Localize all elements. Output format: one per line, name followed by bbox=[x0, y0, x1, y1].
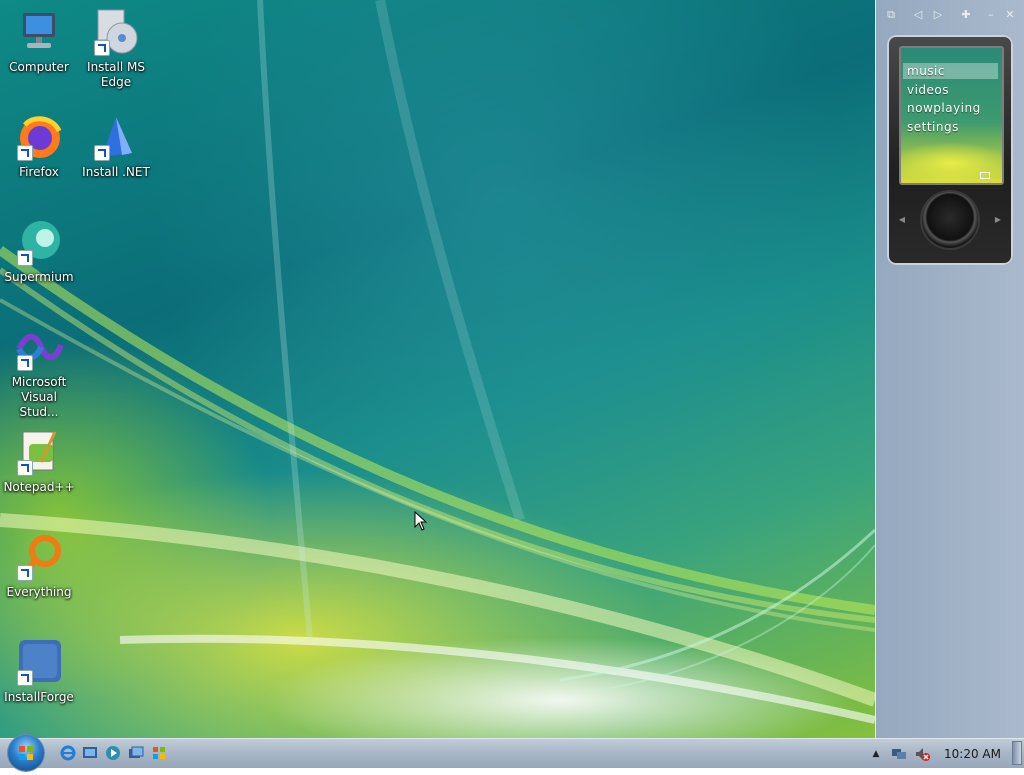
desktop-icon-label: Firefox bbox=[19, 165, 59, 179]
desktop-icon-everything[interactable]: Everything bbox=[0, 533, 78, 600]
zune-gadget[interactable]: music videos nowplaying settings ◀ ▶ bbox=[887, 35, 1013, 265]
desktop-icon-label: Computer bbox=[9, 60, 69, 74]
everything-icon bbox=[15, 533, 63, 581]
close-icon[interactable]: ✕ bbox=[1003, 8, 1017, 22]
desktop-icon-installforge[interactable]: InstallForge bbox=[0, 638, 78, 705]
desktop-icon-label: Supermium bbox=[4, 270, 74, 284]
desktop-icon-install-dotnet[interactable]: Install .NET bbox=[77, 113, 155, 180]
desktop-icon-label: Install MS Edge bbox=[87, 60, 145, 89]
network-icon[interactable] bbox=[891, 746, 907, 762]
show-desktop-button[interactable] bbox=[1012, 741, 1022, 765]
windows-logo-icon bbox=[19, 746, 33, 760]
previous-icon[interactable]: ◁ bbox=[911, 8, 925, 22]
desktop-icon-label: Notepad++ bbox=[3, 480, 75, 494]
shortcut-arrow-icon bbox=[17, 565, 33, 581]
media-player-icon[interactable] bbox=[105, 745, 121, 761]
supermium-icon bbox=[15, 218, 63, 266]
minimize-icon[interactable]: – bbox=[984, 8, 998, 22]
install-ms-edge-icon bbox=[92, 8, 140, 56]
switch-windows-icon[interactable] bbox=[128, 745, 144, 761]
shortcut-arrow-icon bbox=[17, 460, 33, 476]
mouse-cursor-icon bbox=[414, 511, 428, 531]
zune-screen: music videos nowplaying settings bbox=[899, 46, 1004, 185]
desktop-icon-label: Install .NET bbox=[82, 165, 150, 179]
desktop-icon-label: Microsoft Visual Stud... bbox=[11, 375, 67, 419]
clock[interactable]: 10:20 AM bbox=[944, 747, 1001, 761]
next-icon[interactable]: ▷ bbox=[931, 8, 945, 22]
computer-icon bbox=[15, 8, 63, 56]
windows-explorer-icon[interactable] bbox=[151, 745, 167, 761]
shortcut-arrow-icon bbox=[94, 40, 110, 56]
start-button[interactable] bbox=[8, 735, 44, 771]
add-gadget-icon[interactable]: ✚ bbox=[959, 8, 973, 22]
desktop-icon-supermium[interactable]: Supermium bbox=[0, 218, 78, 285]
zune-wheel[interactable] bbox=[922, 192, 978, 248]
zune-menu-videos[interactable]: videos bbox=[907, 82, 949, 98]
install-dotnet-icon bbox=[92, 113, 140, 161]
shortcut-arrow-icon bbox=[17, 355, 33, 371]
desktop-icon-notepad-plus-plus[interactable]: Notepad++ bbox=[0, 428, 78, 495]
installforge-icon bbox=[15, 638, 63, 686]
shortcut-arrow-icon bbox=[94, 145, 110, 161]
gadgets-icon[interactable]: ⧉ bbox=[884, 8, 898, 22]
show-hidden-icons-icon[interactable]: ▲ bbox=[868, 746, 884, 762]
zune-menu-nowplaying[interactable]: nowplaying bbox=[907, 100, 981, 116]
firefox-icon bbox=[15, 113, 63, 161]
desktop-icon-install-ms-edge[interactable]: Install MS Edge bbox=[77, 8, 155, 90]
shortcut-arrow-icon bbox=[17, 145, 33, 161]
desktop-icon-firefox[interactable]: Firefox bbox=[0, 113, 78, 180]
notepad-plus-plus-icon bbox=[15, 428, 63, 476]
zune-play-pause-button[interactable]: ▶ bbox=[993, 215, 1003, 225]
battery-icon bbox=[980, 172, 990, 179]
shortcut-arrow-icon bbox=[17, 250, 33, 266]
zune-menu-settings[interactable]: settings bbox=[907, 119, 959, 135]
show-desktop-icon[interactable] bbox=[82, 745, 98, 761]
windows-sidebar: ⧉ ◁ ▷ ✚ – ✕ music videos nowplaying sett… bbox=[875, 0, 1024, 738]
zune-back-button[interactable]: ◀ bbox=[897, 215, 907, 225]
desktop-icon-label: InstallForge bbox=[4, 690, 74, 704]
volume-muted-icon[interactable] bbox=[914, 746, 930, 762]
visual-studio-icon bbox=[15, 323, 64, 371]
desktop-icon-visual-studio[interactable]: Microsoft Visual Stud... bbox=[0, 323, 78, 420]
shortcut-arrow-icon bbox=[17, 670, 33, 686]
desktop-icon-label: Everything bbox=[6, 585, 72, 599]
wallpaper-streaks bbox=[0, 0, 875, 724]
desktop-icon-computer[interactable]: Computer bbox=[0, 8, 78, 75]
internet-explorer-icon[interactable] bbox=[60, 745, 76, 761]
desktop[interactable]: Computer Install MS Edge Firefox Install… bbox=[0, 0, 875, 738]
sidebar-toolbar: ⧉ ◁ ▷ ✚ – ✕ bbox=[876, 0, 1024, 28]
zune-menu-music[interactable]: music bbox=[903, 63, 998, 79]
taskbar: ▲ 10:20 AM bbox=[0, 735, 1024, 771]
